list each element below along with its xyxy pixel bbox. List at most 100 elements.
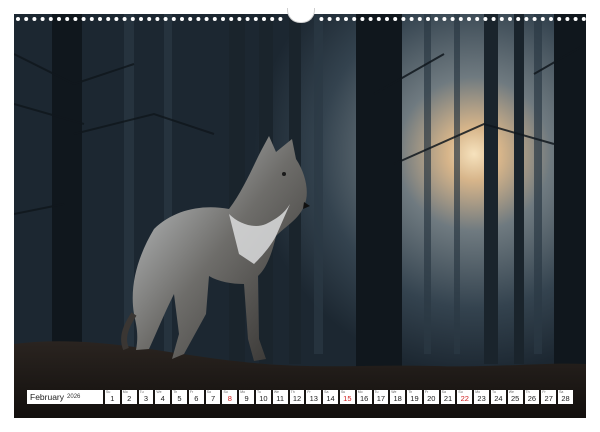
calendar-day: We 25: [507, 390, 523, 404]
binding-hole: [491, 17, 496, 21]
weekday-abbrev: Th: [525, 390, 530, 394]
weekday-abbrev: Su: [223, 390, 228, 394]
binding-hole: [204, 17, 209, 21]
weekday-abbrev: Fr: [189, 390, 194, 394]
calendar-day: Tu 17: [373, 390, 389, 404]
calendar-day: We 4: [155, 390, 171, 404]
binding-hole: [253, 17, 258, 21]
binding-hole: [24, 17, 29, 21]
binding-hole: [270, 17, 275, 21]
day-number: 3: [143, 393, 149, 403]
calendar-day: Mo 9: [239, 390, 255, 404]
binding-hole: [450, 17, 455, 21]
binding-hole: [98, 17, 102, 21]
calendar-day: Mo 16: [356, 390, 372, 404]
calendar-strip: February 2026 Su 1 Mo 2 Tu 3 We 4 Th 5 Fr 6 Sa 7 Su 8 Mo…: [27, 390, 573, 404]
binding-hole: [508, 17, 512, 21]
calendar-day: Mo 23: [474, 390, 489, 404]
calendar-day: We 18: [390, 390, 406, 404]
binding-hole: [32, 17, 37, 21]
binding-hole: [48, 17, 53, 21]
calendar-day: Th 5: [172, 390, 187, 404]
binding-hole: [16, 17, 20, 21]
weekday-abbrev: We: [508, 390, 514, 394]
day-number: 9: [244, 393, 249, 403]
wolf-forest-photo: [14, 14, 586, 418]
binding-hole: [409, 17, 414, 21]
binding-hole: [532, 17, 537, 21]
binding-hole: [122, 17, 127, 21]
binding-hole: [278, 17, 283, 21]
binding-hole: [89, 17, 94, 21]
binding-hole: [221, 17, 225, 21]
binding-hole: [40, 17, 45, 21]
weekday-abbrev: Mo: [122, 390, 128, 394]
weekday-abbrev: Sa: [441, 390, 446, 394]
weekday-abbrev: Tu: [374, 390, 379, 394]
day-number: 5: [177, 393, 182, 403]
binding-hole: [262, 17, 266, 21]
calendar-day: Tu 10: [256, 390, 271, 404]
day-number: 6: [194, 393, 199, 403]
binding-hole: [426, 17, 430, 21]
binding-hole: [573, 17, 578, 21]
weekday-abbrev: Mo: [357, 390, 363, 394]
month-name: February: [30, 392, 65, 402]
weekday-abbrev: Tu: [491, 390, 496, 394]
binding-hole: [229, 17, 234, 21]
day-number: 7: [210, 393, 216, 403]
binding-hole: [549, 17, 553, 21]
binding-hole: [499, 17, 504, 21]
calendar-day: Th 19: [407, 390, 422, 404]
binding-hole: [130, 17, 135, 21]
calendar-day: We 11: [272, 390, 288, 404]
weekday-abbrev: We: [156, 390, 162, 394]
month-label: February 2026: [27, 390, 103, 404]
binding-hole: [73, 17, 78, 21]
calendar-day: Sa 7: [205, 390, 221, 404]
weekday-abbrev: Mo: [475, 390, 481, 394]
binding-hole: [376, 17, 381, 21]
calendar-day: Sa 14: [323, 390, 338, 404]
weekday-abbrev: Sa: [206, 390, 211, 394]
day-number: 1: [110, 393, 115, 403]
binding-hole: [417, 17, 422, 21]
binding-hole: [57, 17, 61, 21]
calendar-day: Su 15: [339, 390, 355, 404]
binding-hole: [188, 17, 193, 21]
weekday-abbrev: Su: [340, 390, 346, 394]
binding-hole: [180, 17, 184, 21]
binding-hole: [434, 17, 439, 21]
binding-hole: [475, 17, 480, 21]
binding-hole: [106, 17, 111, 21]
weekday-abbrev: Sa: [324, 390, 329, 394]
binding-hole: [540, 17, 545, 21]
calendar-day: Mo 2: [121, 390, 137, 404]
month-year: 2026: [67, 394, 81, 400]
weekday-abbrev: Mo: [240, 390, 246, 394]
calendar-day: Fr 20: [423, 390, 439, 404]
weekday-abbrev: Th: [290, 390, 295, 394]
day-number: 8: [227, 393, 232, 403]
binding-hole: [352, 17, 357, 21]
binding-hole: [114, 17, 119, 21]
binding-hole: [245, 17, 250, 21]
calendar-day: Tu 3: [138, 390, 154, 404]
day-number: 20: [427, 393, 436, 403]
weekday-abbrev: Tu: [257, 390, 261, 394]
binding-hole: [163, 17, 168, 21]
binding-hole: [393, 17, 398, 21]
calendar-day: Sa 28: [558, 390, 573, 404]
calendar-day: Tu 24: [490, 390, 506, 404]
binding-hole: [155, 17, 160, 21]
binding-hole: [442, 17, 447, 21]
binding-hole: [360, 17, 365, 21]
calendar-day: Fr 27: [541, 390, 557, 404]
weekday-abbrev: Th: [408, 390, 413, 394]
binding-hole: [81, 17, 86, 21]
binding-hole: [319, 17, 324, 21]
binding-hole: [344, 17, 348, 21]
binding-hole: [327, 17, 332, 21]
calendar-day: Th 26: [524, 390, 540, 404]
weekday-abbrev: Fr: [542, 390, 546, 394]
